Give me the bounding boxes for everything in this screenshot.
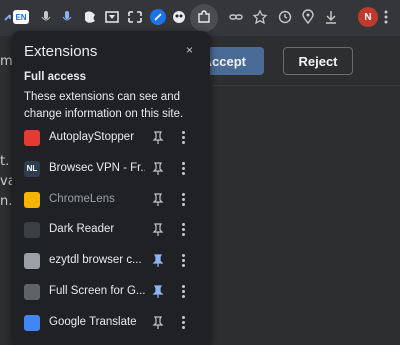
extension-row[interactable]: Full Screen for G... — [12, 278, 210, 306]
extension-row[interactable]: AutoplayStopper — [12, 124, 210, 152]
extension-icon — [24, 130, 40, 146]
extension-name: Full Screen for G... — [49, 285, 145, 297]
pin-icon[interactable] — [152, 316, 164, 330]
extension-row[interactable]: NL Browsec VPN - Fr... — [12, 155, 210, 183]
extension-icon[interactable] — [171, 9, 187, 25]
extension-name: Dark Reader — [49, 223, 115, 236]
extensions-popup: Extensions × Full access These extension… — [12, 31, 210, 345]
mic-icon[interactable] — [59, 9, 75, 25]
extension-name: Browsec VPN - Fr... — [49, 161, 145, 174]
pin-icon[interactable] — [152, 285, 164, 299]
avatar-letter: N — [364, 11, 372, 23]
download-icon[interactable] — [323, 9, 339, 25]
lang-badge: EN — [15, 12, 27, 22]
extension-icon — [24, 253, 40, 270]
chrome-menu-icon[interactable] — [384, 9, 388, 25]
extension-name: AutoplayStopper — [49, 131, 135, 143]
star-icon[interactable] — [252, 9, 268, 25]
extension-row[interactable]: ezytdl browser c... — [12, 247, 210, 275]
more-options-icon[interactable] — [182, 254, 186, 268]
divider — [212, 85, 400, 86]
extension-row[interactable]: Google Translate — [12, 309, 210, 337]
mic-icon[interactable] — [38, 9, 54, 25]
extension-row[interactable]: ChromeLens — [12, 186, 210, 214]
popup-title: Extensions — [24, 43, 98, 60]
more-options-icon[interactable] — [182, 192, 186, 207]
extension-icon: NL — [24, 160, 40, 177]
extension-icon — [24, 314, 40, 331]
pin-icon[interactable] — [152, 131, 164, 145]
pin-icon[interactable] — [152, 162, 164, 176]
extension-row[interactable]: Dark Reader — [12, 216, 210, 244]
reject-button[interactable]: Reject — [283, 47, 353, 75]
extension-name: Google Translate — [49, 315, 137, 328]
extension-icon[interactable] — [82, 9, 98, 25]
extension-name: ChromeLens — [49, 192, 115, 205]
link-icon[interactable] — [228, 9, 244, 25]
more-options-icon[interactable] — [182, 223, 186, 237]
extension-icon[interactable] — [104, 9, 120, 25]
more-options-icon[interactable] — [182, 161, 186, 176]
extension-icon[interactable] — [127, 9, 143, 25]
history-icon[interactable] — [277, 9, 293, 25]
close-icon[interactable]: × — [186, 43, 193, 57]
more-options-icon[interactable] — [182, 131, 186, 145]
extension-icon — [24, 284, 40, 300]
full-access-heading: Full access — [24, 71, 87, 83]
page-text-fragment: m — [0, 54, 13, 69]
extension-icon[interactable] — [150, 9, 166, 25]
extension-icon — [24, 191, 40, 208]
extensions-puzzle-icon[interactable] — [196, 9, 212, 25]
translate-icon[interactable]: EN — [13, 10, 29, 24]
pin-icon[interactable] — [152, 192, 164, 207]
more-options-icon[interactable] — [182, 315, 186, 330]
extension-name: ezytdl browser c... — [49, 254, 142, 267]
profile-avatar[interactable]: N — [358, 7, 378, 27]
more-options-icon[interactable] — [182, 285, 186, 299]
page-text-fragment: n. — [0, 194, 13, 209]
pin-icon[interactable] — [152, 254, 164, 268]
extension-icon — [24, 222, 40, 239]
pin-icon[interactable] — [152, 223, 164, 237]
full-access-description: These extensions can see and change info… — [24, 91, 184, 120]
location-icon[interactable] — [300, 9, 316, 25]
